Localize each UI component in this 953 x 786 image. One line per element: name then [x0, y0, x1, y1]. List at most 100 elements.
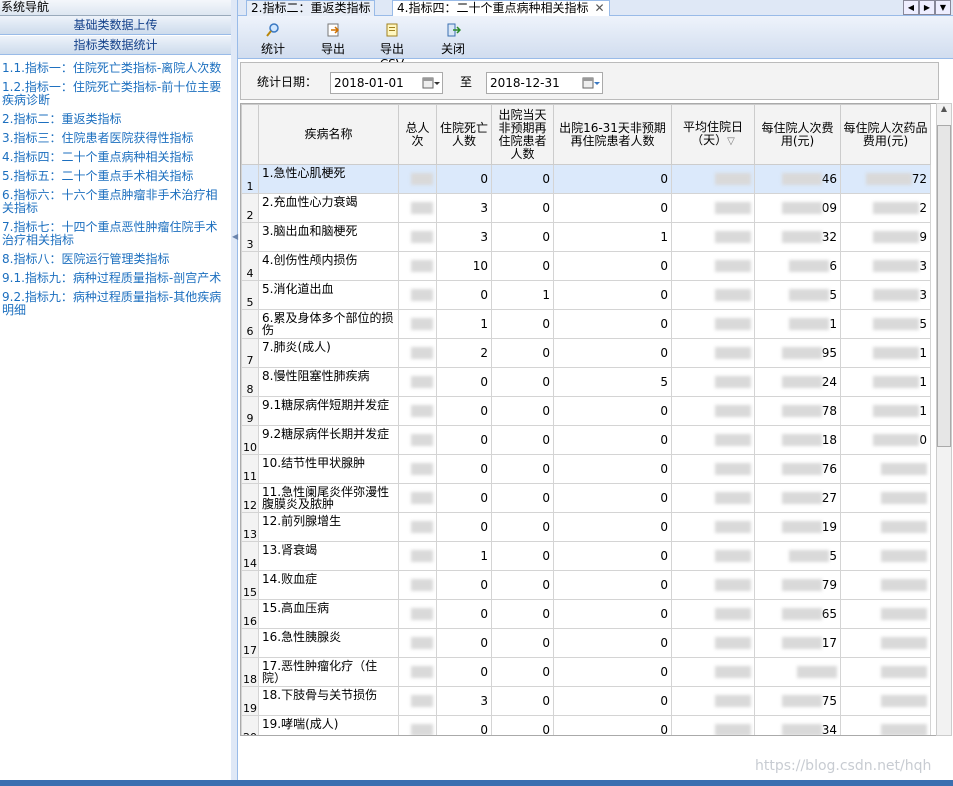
column-header-fee[interactable]: 每住院人次费用(元) — [754, 104, 841, 165]
column-header-avg-stay[interactable]: 平均住院日（天）▽ — [671, 104, 755, 165]
cell-sameday[interactable]: 0 — [491, 164, 554, 194]
scroll-right-icon[interactable]: ▶ — [919, 0, 935, 15]
tab-menu-icon[interactable]: ▼ — [935, 0, 951, 15]
nav-item[interactable]: 8.指标八：医院运行管理类指标 — [2, 253, 224, 266]
cell-sameday[interactable]: 0 — [491, 715, 554, 735]
cell-fee[interactable]: 65 — [754, 599, 841, 629]
cell-avg-stay[interactable] — [671, 396, 755, 426]
cell-disease[interactable]: 7.肺炎(成人) — [258, 338, 399, 368]
start-date-field[interactable]: 2018-01-01 — [330, 72, 443, 94]
table-row[interactable]: 19 18.下肢骨与关节损伤 3 0 0 75 — [241, 686, 931, 716]
cell-sameday[interactable]: 1 — [491, 280, 554, 310]
cell-sameday[interactable]: 0 — [491, 628, 554, 658]
end-date-field[interactable]: 2018-12-31 — [486, 72, 603, 94]
row-number[interactable]: 12 — [241, 483, 259, 513]
cell-fee[interactable] — [754, 657, 841, 687]
cell-fee[interactable]: 95 — [754, 338, 841, 368]
tab-indicator-4[interactable]: 4.指标四：二十个重点病种相关指标 ✕ — [392, 0, 610, 16]
cell-sameday[interactable]: 0 — [491, 222, 554, 252]
cell-sameday[interactable]: 0 — [491, 657, 554, 687]
column-header-deaths[interactable]: 住院死亡人数 — [436, 104, 492, 165]
cell-fee[interactable]: 78 — [754, 396, 841, 426]
cell-sameday[interactable]: 0 — [491, 367, 554, 397]
row-number[interactable]: 18 — [241, 657, 259, 687]
cell-sameday[interactable]: 0 — [491, 570, 554, 600]
table-row[interactable]: 4 4.创伤性颅内损伤 10 0 0 6 3 — [241, 251, 931, 281]
cell-16-31[interactable]: 0 — [553, 599, 672, 629]
sort-filter-icon[interactable]: ▽ — [727, 136, 735, 147]
cell-deaths[interactable]: 0 — [436, 425, 492, 455]
export-button[interactable]: 导出 — [318, 16, 348, 58]
cell-disease[interactable]: 1.急性心肌梗死 — [258, 164, 399, 194]
scroll-up-icon[interactable]: ▲ — [937, 104, 951, 113]
table-row[interactable]: 3 3.脑出血和脑梗死 3 0 1 32 9 — [241, 222, 931, 252]
cell-deaths[interactable]: 0 — [436, 628, 492, 658]
row-number[interactable]: 16 — [241, 599, 259, 629]
cell-deaths[interactable]: 0 — [436, 396, 492, 426]
cell-fee[interactable]: 6 — [754, 251, 841, 281]
cell-total[interactable] — [398, 222, 437, 252]
cell-deaths[interactable]: 0 — [436, 570, 492, 600]
nav-item[interactable]: 1.2.指标一：住院死亡类指标-前十位主要疾病诊断 — [2, 81, 224, 107]
cell-avg-stay[interactable] — [671, 164, 755, 194]
cell-avg-stay[interactable] — [671, 309, 755, 339]
calendar-dropdown-icon[interactable] — [582, 76, 600, 90]
column-header-drug-fee[interactable]: 每住院人次药品费用(元) — [840, 104, 931, 165]
cell-drug-fee[interactable] — [840, 483, 931, 513]
cell-disease[interactable]: 12.前列腺增生 — [258, 512, 399, 542]
cell-16-31[interactable]: 0 — [553, 280, 672, 310]
cell-drug-fee[interactable]: 1 — [840, 338, 931, 368]
cell-drug-fee[interactable] — [840, 686, 931, 716]
cell-deaths[interactable]: 1 — [436, 541, 492, 571]
table-row[interactable]: 7 7.肺炎(成人) 2 0 0 95 1 — [241, 338, 931, 368]
cell-16-31[interactable]: 0 — [553, 425, 672, 455]
table-row[interactable]: 14 13.肾衰竭 1 0 0 5 — [241, 541, 931, 571]
row-number[interactable]: 1 — [241, 164, 259, 194]
row-number[interactable]: 3 — [241, 222, 259, 252]
nav-item[interactable]: 6.指标六：十六个重点肿瘤非手术治疗相关指标 — [2, 189, 224, 215]
cell-deaths[interactable]: 0 — [436, 454, 492, 484]
table-row[interactable]: 16 15.高血压病 0 0 0 65 — [241, 599, 931, 629]
cell-fee[interactable]: 79 — [754, 570, 841, 600]
cell-sameday[interactable]: 0 — [491, 483, 554, 513]
cell-disease[interactable]: 2.充血性心力衰竭 — [258, 193, 399, 223]
row-number[interactable]: 6 — [241, 309, 259, 339]
cell-total[interactable] — [398, 309, 437, 339]
cell-disease[interactable]: 4.创伤性颅内损伤 — [258, 251, 399, 281]
cell-avg-stay[interactable] — [671, 193, 755, 223]
cell-total[interactable] — [398, 541, 437, 571]
cell-avg-stay[interactable] — [671, 367, 755, 397]
cell-avg-stay[interactable] — [671, 541, 755, 571]
column-header-16-31-readmit[interactable]: 出院16-31天非预期再住院患者人数 — [553, 104, 672, 165]
cell-fee[interactable]: 32 — [754, 222, 841, 252]
cell-disease[interactable]: 5.消化道出血 — [258, 280, 399, 310]
stat-button[interactable]: 统计 — [256, 16, 290, 58]
cell-avg-stay[interactable] — [671, 512, 755, 542]
column-header-sameday-readmit[interactable]: 出院当天非预期再住院患者人数 — [491, 104, 554, 165]
cell-drug-fee[interactable]: 1 — [840, 396, 931, 426]
cell-drug-fee[interactable] — [840, 454, 931, 484]
row-number[interactable]: 11 — [241, 454, 259, 484]
section-statistics[interactable]: 指标类数据统计 — [0, 36, 231, 55]
cell-drug-fee[interactable]: 3 — [840, 280, 931, 310]
cell-deaths[interactable]: 0 — [436, 657, 492, 687]
cell-total[interactable] — [398, 396, 437, 426]
close-icon[interactable]: ✕ — [594, 1, 604, 15]
cell-disease[interactable]: 17.恶性肿瘤化疗（住院） — [258, 657, 399, 687]
table-row[interactable]: 2 2.充血性心力衰竭 3 0 0 09 2 — [241, 193, 931, 223]
tab-indicator-2[interactable]: 2.指标二：重返类指标 — [246, 0, 376, 16]
cell-deaths[interactable]: 3 — [436, 222, 492, 252]
scrollbar-thumb[interactable] — [937, 125, 951, 447]
row-number[interactable]: 10 — [241, 425, 259, 455]
cell-fee[interactable]: 34 — [754, 715, 841, 735]
cell-16-31[interactable]: 0 — [553, 570, 672, 600]
cell-total[interactable] — [398, 628, 437, 658]
cell-16-31[interactable]: 0 — [553, 541, 672, 571]
table-row[interactable]: 15 14.败血症 0 0 0 79 — [241, 570, 931, 600]
cell-16-31[interactable]: 0 — [553, 483, 672, 513]
row-number[interactable]: 19 — [241, 686, 259, 716]
cell-16-31[interactable]: 0 — [553, 193, 672, 223]
cell-deaths[interactable]: 0 — [436, 715, 492, 735]
cell-sameday[interactable]: 0 — [491, 425, 554, 455]
cell-16-31[interactable]: 0 — [553, 657, 672, 687]
